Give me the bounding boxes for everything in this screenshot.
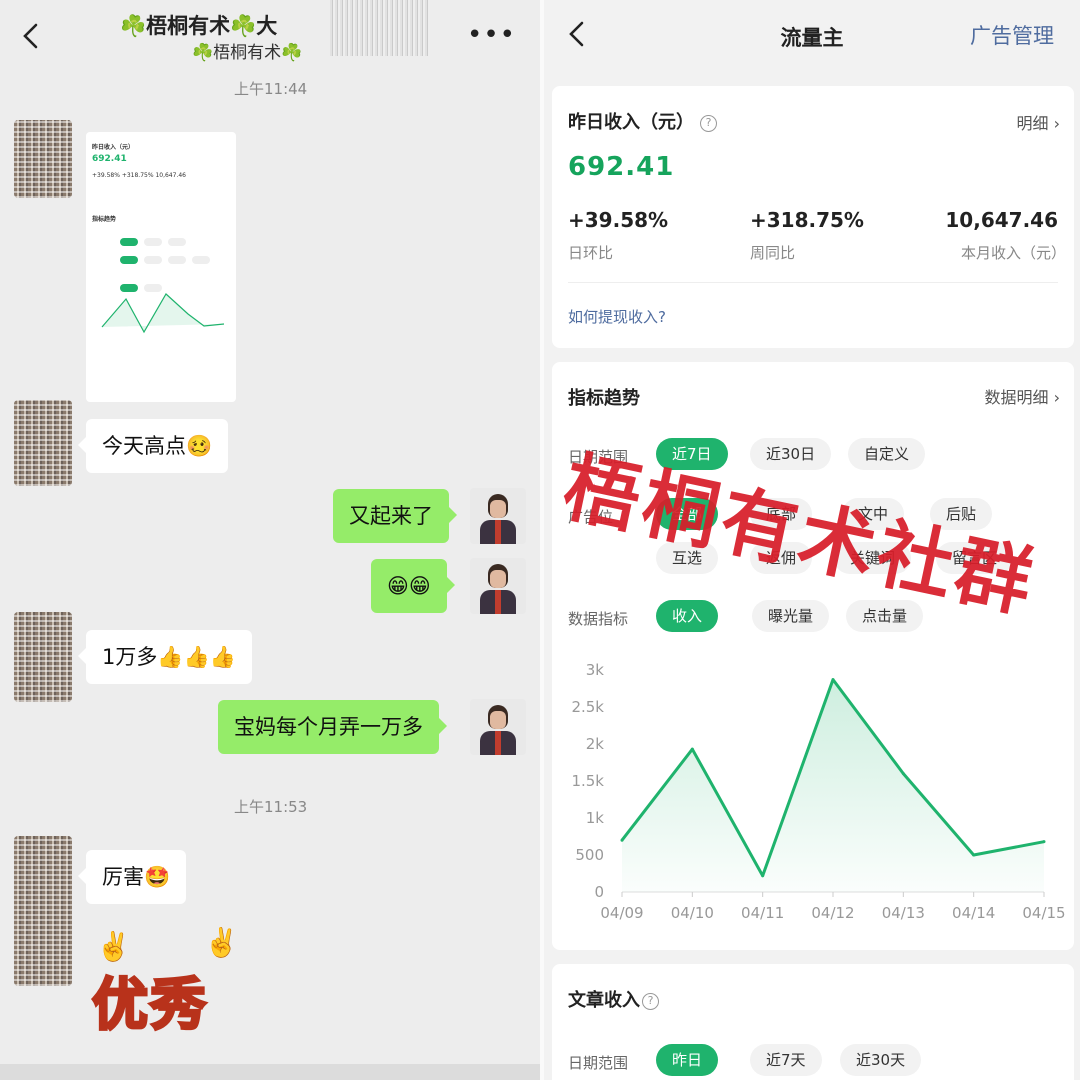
article-income-title: 文章收入?: [568, 986, 659, 1012]
stat-value-week: +318.75%: [750, 208, 864, 232]
thumb-title: 昨日收入（元）: [92, 144, 135, 151]
withdraw-help-link[interactable]: 如何提现收入?: [568, 306, 666, 327]
x-tick-label: 04/13: [882, 904, 925, 922]
x-tick-label: 04/10: [671, 904, 714, 922]
x-tick-label: 04/09: [600, 904, 643, 922]
avatar[interactable]: [14, 612, 72, 702]
my-avatar[interactable]: [470, 699, 526, 755]
income-value: 692.41: [568, 152, 675, 182]
data-point: [972, 853, 976, 857]
thumb-chip: [168, 238, 186, 246]
income-title-text: 昨日收入（元）: [568, 112, 694, 133]
data-point: [831, 678, 835, 682]
victory-hand-icon: ✌️: [204, 926, 239, 959]
x-tick-label: 04/11: [741, 904, 784, 922]
stat-label-month: 本月收入（元）: [960, 244, 1066, 262]
thumb-chip: [168, 256, 186, 264]
divider-line: [568, 282, 1058, 283]
help-icon[interactable]: ?: [642, 993, 659, 1010]
x-tick-label: 04/15: [1022, 904, 1065, 922]
y-tick-label: 1k: [586, 809, 605, 827]
chip-metric-exposure[interactable]: 曝光量: [752, 600, 830, 632]
chip-article-7d[interactable]: 近7天: [750, 1044, 822, 1076]
sticker-text: 优秀: [91, 972, 208, 1040]
input-bar-edge: [0, 1064, 540, 1080]
help-icon[interactable]: ?: [700, 115, 717, 132]
chat-title: ☘️梧桐有术☘️大: [120, 14, 278, 38]
data-point: [901, 772, 905, 776]
ad-management-link[interactable]: 广告管理: [970, 20, 1054, 50]
thumb-chip: [144, 284, 162, 292]
message-bubble: 😁😁: [371, 559, 455, 613]
back-arrow-icon[interactable]: [20, 22, 44, 50]
income-card: 昨日收入（元）? 明细 › 692.41 +39.58% 日环比 +318.75…: [552, 86, 1074, 348]
stat-label-day: 日环比: [568, 244, 614, 262]
y-tick-label: 3k: [586, 661, 605, 679]
income-line-chart: 0 500 1k 1.5k 2k 2.5k 3k 04/09 04/10 04/11 04/12 04…: [571, 661, 1065, 922]
more-options-icon[interactable]: •••: [467, 20, 516, 50]
chat-panel: ☘️梧桐有术☘️大 ☘️梧桐有术☘️ ••• 上午11:44 昨日收入（元） 6…: [0, 0, 540, 1080]
x-tick-label: 04/12: [811, 904, 854, 922]
y-tick-label: 500: [575, 846, 604, 864]
trend-title: 指标趋势: [568, 388, 640, 409]
chat-subtitle: ☘️梧桐有术☘️: [192, 43, 303, 63]
pixelated-area: [330, 0, 430, 56]
message-bubble: 厉害🤩: [77, 850, 187, 904]
chip-article-yesterday[interactable]: 昨日: [656, 1044, 719, 1076]
panel-header: 流量主 广告管理: [544, 0, 1080, 72]
y-tick-label: 2k: [586, 735, 605, 753]
sticker-image[interactable]: ✌️ ✌️ 优秀: [86, 926, 256, 1080]
thumb-chip: [120, 256, 138, 264]
thumb-chip: [120, 238, 138, 246]
my-avatar[interactable]: [470, 488, 526, 544]
message-bubble: 宝妈每个月弄一万多: [218, 700, 447, 754]
data-point: [1042, 840, 1046, 844]
data-point: [620, 838, 624, 842]
chip-metric-income[interactable]: 收入: [656, 600, 719, 632]
thumb-stats: +39.58% +318.75% 10,647.46: [92, 172, 186, 179]
data-point: [761, 874, 765, 878]
my-avatar[interactable]: [470, 558, 526, 614]
avatar[interactable]: [14, 120, 72, 198]
chat-header: ☘️梧桐有术☘️大 ☘️梧桐有术☘️ •••: [0, 0, 540, 70]
article-income-title-text: 文章收入: [568, 990, 640, 1011]
stat-label-week: 周同比: [750, 244, 796, 262]
thumb-line-chart: [101, 293, 225, 334]
thumb-chip: [144, 256, 162, 264]
series-area: [622, 679, 1044, 892]
data-detail-link[interactable]: 数据明细 ›: [985, 384, 1061, 408]
avatar[interactable]: [14, 400, 72, 486]
avatar[interactable]: [14, 836, 72, 986]
stat-value-day: +39.58%: [568, 208, 669, 232]
data-point: [690, 747, 694, 751]
income-title: 昨日收入（元）?: [568, 108, 717, 134]
message-bubble: 又起来了: [333, 489, 457, 543]
thumb-chip: [192, 256, 210, 264]
y-tick-label: 0: [594, 883, 604, 901]
stat-value-month: 10,647.46: [945, 208, 1058, 232]
victory-hand-icon: ✌️: [96, 930, 131, 963]
y-tick-label: 2.5k: [571, 698, 604, 716]
chip-date-custom[interactable]: 自定义: [848, 438, 926, 470]
shared-screenshot-image[interactable]: 昨日收入（元） 692.41 +39.58% +318.75% 10,647.4…: [86, 132, 236, 402]
message-bubble: 1万多👍👍👍: [78, 630, 252, 684]
thumb-chip: [120, 284, 138, 292]
thumb-chip: [144, 238, 162, 246]
article-date-label: 日期范围: [568, 1054, 629, 1072]
y-tick-label: 1.5k: [571, 772, 604, 790]
thumb-value: 692.41: [92, 154, 127, 164]
timestamp: 上午11:44: [234, 80, 308, 98]
metric-label: 数据指标: [568, 610, 629, 628]
thumb-section: 指标趋势: [92, 216, 117, 223]
chip-article-30d[interactable]: 近30天: [840, 1044, 922, 1076]
timestamp: 上午11:53: [234, 798, 308, 816]
income-detail-link[interactable]: 明细 ›: [1017, 110, 1061, 134]
article-income-card: 文章收入? 日期范围 昨日 近7天 近30天: [552, 964, 1074, 1080]
x-tick-label: 04/14: [952, 904, 995, 922]
message-bubble: 今天高点🥴: [77, 419, 229, 473]
